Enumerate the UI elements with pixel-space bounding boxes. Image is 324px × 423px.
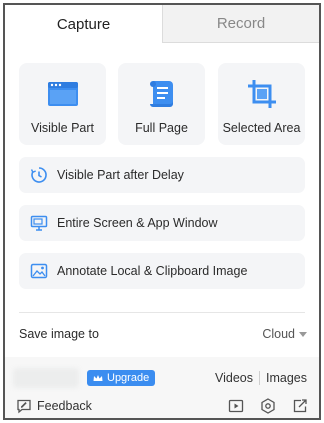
visible-part-delay-button[interactable]: Visible Part after Delay	[19, 157, 305, 193]
footer-icons	[227, 397, 309, 415]
annotate-image-label: Annotate Local & Clipboard Image	[57, 264, 248, 278]
save-image-to-label: Save image to	[19, 327, 99, 341]
video-player-icon[interactable]	[227, 397, 245, 415]
capture-options: Visible Part Full Page Selected Area	[19, 63, 305, 145]
gallery-links: Videos Images	[215, 371, 307, 385]
timer-icon	[29, 165, 49, 185]
scroll-page-icon	[145, 77, 179, 111]
mode-tabs: Capture Record	[5, 5, 319, 43]
crop-icon	[245, 77, 279, 111]
selected-area-label: Selected Area	[222, 121, 301, 135]
annotate-image-button[interactable]: Annotate Local & Clipboard Image	[19, 253, 305, 289]
full-page-label: Full Page	[135, 121, 188, 135]
visible-part-delay-label: Visible Part after Delay	[57, 168, 184, 182]
account-avatar[interactable]	[13, 368, 79, 388]
visible-part-button[interactable]: Visible Part	[19, 63, 106, 145]
browser-window-icon	[46, 77, 80, 111]
image-icon	[29, 261, 49, 281]
link-separator	[259, 371, 260, 385]
feedback-icon	[17, 399, 31, 414]
open-external-icon[interactable]	[291, 397, 309, 415]
monitor-icon	[29, 213, 49, 233]
entire-screen-label: Entire Screen & App Window	[57, 216, 218, 230]
selected-area-button[interactable]: Selected Area	[218, 63, 305, 145]
tab-record[interactable]: Record	[162, 5, 319, 43]
save-destination-value: Cloud	[262, 327, 295, 341]
videos-link[interactable]: Videos	[215, 371, 253, 385]
feedback-button[interactable]: Feedback	[16, 398, 92, 414]
save-destination-select[interactable]: Cloud	[262, 327, 307, 341]
tab-capture[interactable]: Capture	[5, 5, 162, 43]
upgrade-button[interactable]: Upgrade	[87, 370, 156, 386]
crown-icon	[93, 375, 103, 381]
settings-icon[interactable]	[259, 397, 277, 415]
feedback-label: Feedback	[37, 399, 92, 413]
extension-popup: Capture Record Visible Part Full Page Se…	[3, 3, 321, 420]
images-link[interactable]: Images	[266, 371, 307, 385]
upgrade-label: Upgrade	[107, 372, 150, 384]
visible-part-label: Visible Part	[31, 121, 94, 135]
entire-screen-button[interactable]: Entire Screen & App Window	[19, 205, 305, 241]
divider	[19, 312, 305, 313]
chevron-down-icon	[299, 332, 307, 337]
full-page-button[interactable]: Full Page	[118, 63, 205, 145]
